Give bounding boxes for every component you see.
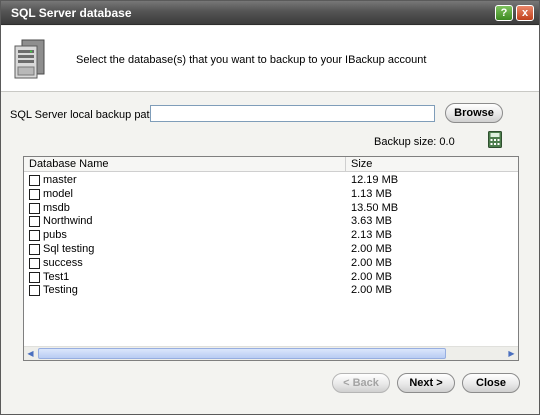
database-size: 3.63 MB (351, 215, 392, 228)
database-name: Test1 (43, 270, 70, 283)
row-checkbox[interactable] (29, 257, 40, 269)
database-name: Testing (43, 284, 78, 297)
row-checkbox[interactable] (29, 285, 40, 297)
calculator-icon[interactable] (488, 131, 502, 148)
instruction-text: Select the database(s) that you want to … (76, 54, 427, 66)
row-checkbox[interactable] (29, 243, 40, 255)
row-checkbox[interactable] (29, 216, 40, 228)
backup-path-input[interactable] (150, 105, 435, 122)
table-row[interactable]: model 1.13 MB (24, 187, 518, 201)
next-button[interactable]: Next > (397, 373, 455, 393)
close-button[interactable]: Close (462, 373, 520, 393)
database-name: success (43, 256, 83, 269)
column-header-database-name[interactable]: Database Name (24, 157, 346, 172)
database-name: model (43, 187, 73, 200)
window-title: SQL Server database (11, 6, 132, 20)
database-size: 2.00 MB (351, 284, 392, 297)
scrollbar-thumb[interactable] (38, 348, 446, 359)
back-button[interactable]: < Back (332, 373, 390, 393)
list-header: Database Name Size (24, 157, 518, 172)
horizontal-scrollbar[interactable]: ◀ ▶ (24, 346, 518, 360)
backup-size-label: Backup size: 0.0 (374, 136, 455, 148)
database-size: 1.13 MB (351, 187, 392, 200)
table-row[interactable]: master 12.19 MB (24, 173, 518, 187)
database-size: 13.50 MB (351, 201, 399, 214)
browse-button[interactable]: Browse (445, 103, 503, 123)
database-name: pubs (43, 229, 67, 242)
database-size: 2.00 MB (351, 270, 392, 283)
row-checkbox[interactable] (29, 202, 40, 214)
database-name: master (43, 174, 77, 186)
table-row[interactable]: Test1 2.00 MB (24, 270, 518, 284)
window-close-button[interactable]: x (516, 5, 534, 21)
table-row[interactable]: Northwind 3.63 MB (24, 214, 518, 228)
row-checkbox[interactable] (29, 175, 40, 186)
backup-path-label: SQL Server local backup path (10, 109, 156, 121)
row-checkbox[interactable] (29, 271, 40, 283)
title-bar[interactable]: SQL Server database ? x (1, 1, 539, 25)
table-row[interactable]: msdb 13.50 MB (24, 201, 518, 215)
scroll-right-arrow-icon[interactable]: ▶ (505, 347, 518, 360)
database-size: 2.00 MB (351, 242, 392, 255)
row-checkbox[interactable] (29, 230, 40, 242)
help-button[interactable]: ? (495, 5, 513, 21)
scroll-left-arrow-icon[interactable]: ◀ (24, 347, 37, 360)
server-icon (14, 39, 45, 79)
database-list[interactable]: Database Name Size master 12.19 MB model… (23, 156, 519, 361)
list-rows: master 12.19 MB model 1.13 MB msdb 13.50… (24, 173, 518, 297)
row-checkbox[interactable] (29, 188, 40, 200)
database-name: Sql testing (43, 242, 95, 255)
table-row[interactable]: Testing 2.00 MB (24, 283, 518, 297)
database-name: Northwind (43, 215, 93, 228)
database-size: 2.13 MB (351, 229, 392, 242)
table-row[interactable]: success 2.00 MB (24, 256, 518, 270)
database-name: msdb (43, 201, 70, 214)
database-size: 2.00 MB (351, 256, 392, 269)
sql-server-database-dialog: SQL Server database ? x Select the datab… (0, 0, 540, 415)
table-row[interactable]: pubs 2.13 MB (24, 228, 518, 242)
header-panel: Select the database(s) that you want to … (1, 26, 539, 92)
table-row[interactable]: Sql testing 2.00 MB (24, 242, 518, 256)
column-header-size[interactable]: Size (346, 157, 518, 172)
database-size: 12.19 MB (351, 174, 399, 186)
